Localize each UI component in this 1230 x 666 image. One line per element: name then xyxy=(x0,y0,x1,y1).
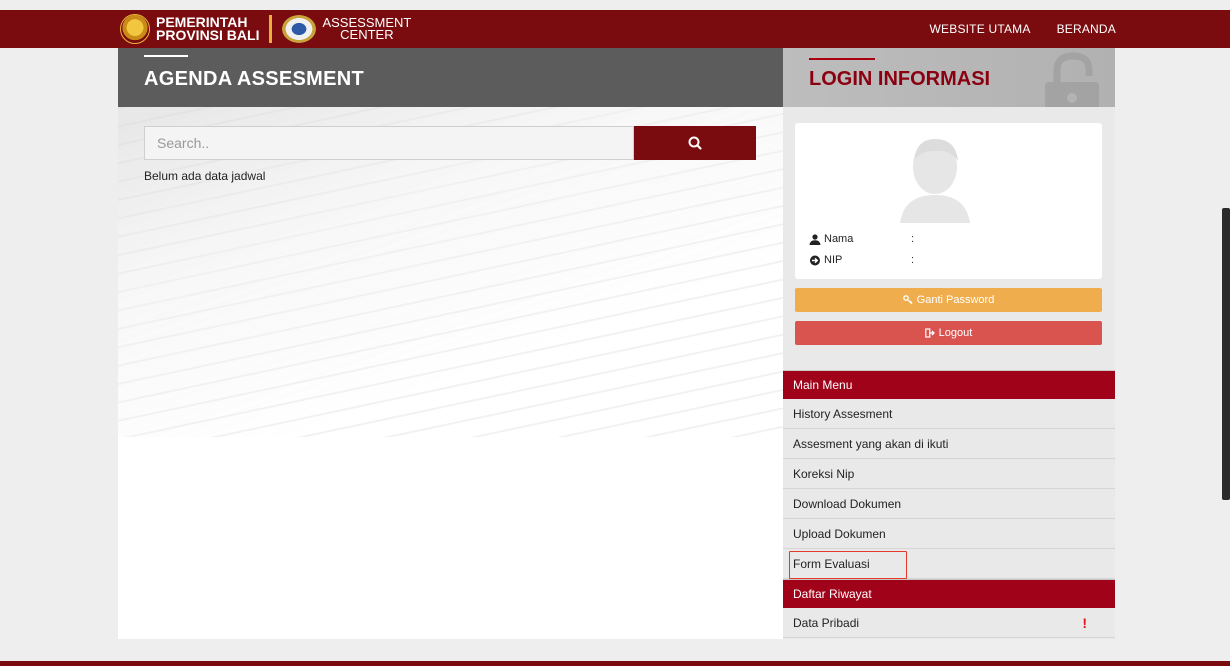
assessment-center-logo-icon xyxy=(282,15,317,43)
key-icon xyxy=(902,295,913,305)
main-menu-header: Main Menu xyxy=(783,370,1115,399)
menu-item-koreksi-nip[interactable]: Koreksi Nip xyxy=(783,459,1115,489)
agenda-header-accent xyxy=(144,55,188,57)
center-line2: CENTER xyxy=(340,27,394,42)
page-scrollbar[interactable] xyxy=(1222,208,1230,500)
logout-label: Logout xyxy=(938,327,973,339)
menu-item-upload-dokumen[interactable]: Upload Dokumen xyxy=(783,519,1115,549)
nav-website-utama[interactable]: WEBSITE UTAMA xyxy=(930,22,1031,36)
nav-beranda[interactable]: BERANDA xyxy=(1057,22,1116,36)
user-icon xyxy=(809,233,821,245)
lock-icon xyxy=(1045,52,1099,107)
nip-row: NIP : xyxy=(809,254,914,266)
nama-separator: : xyxy=(911,233,915,245)
exclamation-icon: ! xyxy=(1082,615,1087,631)
brand-text: PEMERINTAH PROVINSI BALI xyxy=(156,15,260,43)
search-bar xyxy=(144,126,756,160)
profile-card: Nama : NIP : xyxy=(795,123,1102,279)
data-pribadi-label: Data Pribadi xyxy=(793,615,860,630)
login-panel: LOGIN INFORMASI Nama : NIP : Ganti Passw… xyxy=(783,48,1115,639)
ganti-password-button[interactable]: Ganti Password xyxy=(795,288,1102,312)
nama-label: Nama xyxy=(824,233,854,245)
main-menu: Main Menu History Assesment Assesment ya… xyxy=(783,370,1115,638)
ganti-password-label: Ganti Password xyxy=(916,294,995,306)
search-input[interactable] xyxy=(144,126,634,160)
menu-item-data-pribadi[interactable]: Data Pribadi ! xyxy=(783,608,1115,638)
nav-links: WEBSITE UTAMA BERANDA xyxy=(930,10,1116,48)
logout-button[interactable]: Logout xyxy=(795,321,1102,345)
nip-separator: : xyxy=(911,254,915,266)
brand-line2: PROVINSI BALI xyxy=(156,27,260,43)
avatar-placeholder-icon xyxy=(900,139,970,223)
login-header-accent xyxy=(809,58,875,60)
daftar-riwayat-header: Daftar Riwayat xyxy=(783,579,1115,608)
login-header: LOGIN INFORMASI xyxy=(783,48,1115,107)
sign-out-icon xyxy=(924,328,935,338)
search-icon xyxy=(688,136,702,150)
footer-bar xyxy=(0,661,1230,666)
brand-divider xyxy=(269,15,273,43)
nama-row: Nama : xyxy=(809,233,914,245)
agenda-panel: AGENDA ASSESMENT Belum ada data jadwal xyxy=(118,48,783,639)
arrow-circle-right-icon xyxy=(810,255,820,265)
menu-item-form-evaluasi[interactable]: Form Evaluasi xyxy=(783,549,1115,579)
top-navbar: PEMERINTAH PROVINSI BALI ASSESSMENT CENT… xyxy=(0,10,1230,48)
agenda-header: AGENDA ASSESMENT xyxy=(118,48,783,107)
menu-item-download-dokumen[interactable]: Download Dokumen xyxy=(783,489,1115,519)
login-title: LOGIN INFORMASI xyxy=(809,68,991,90)
brand[interactable]: PEMERINTAH PROVINSI BALI ASSESSMENT CENT… xyxy=(120,12,411,46)
nip-label: NIP xyxy=(824,254,843,266)
menu-item-assesment-yang-akan-di-ikuti[interactable]: Assesment yang akan di ikuti xyxy=(783,429,1115,459)
empty-schedule-message: Belum ada data jadwal xyxy=(144,169,266,183)
search-button[interactable] xyxy=(634,126,756,160)
agenda-title: AGENDA ASSESMENT xyxy=(144,68,365,90)
menu-item-history-assesment[interactable]: History Assesment xyxy=(783,399,1115,429)
assessment-center-text: ASSESSMENT CENTER xyxy=(322,16,411,42)
bali-emblem-icon xyxy=(120,14,150,44)
